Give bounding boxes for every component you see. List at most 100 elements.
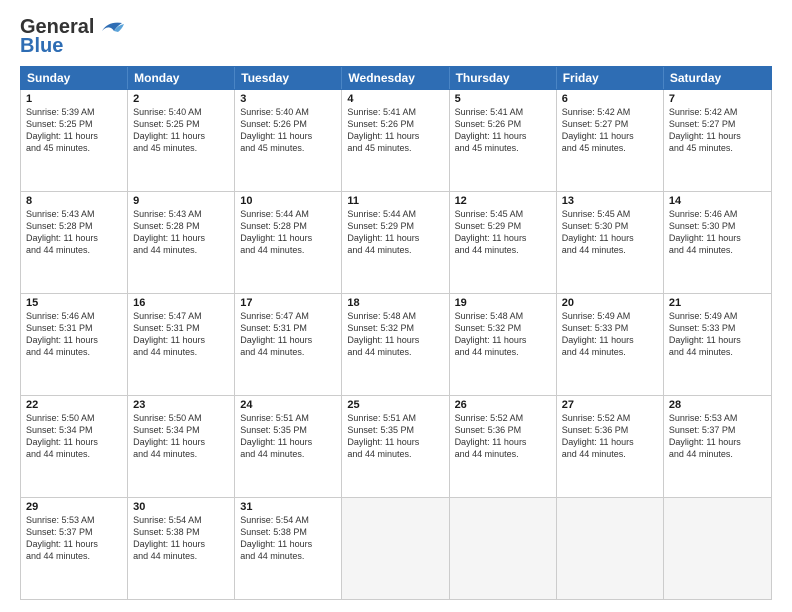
day-details: Sunrise: 5:54 AMSunset: 5:38 PMDaylight:… xyxy=(240,514,336,563)
day-details: Sunrise: 5:46 AMSunset: 5:31 PMDaylight:… xyxy=(26,310,122,359)
header-day-saturday: Saturday xyxy=(664,67,771,89)
day-cell-14: 14Sunrise: 5:46 AMSunset: 5:30 PMDayligh… xyxy=(664,192,771,293)
day-details: Sunrise: 5:40 AMSunset: 5:25 PMDaylight:… xyxy=(133,106,229,155)
day-cell-10: 10Sunrise: 5:44 AMSunset: 5:28 PMDayligh… xyxy=(235,192,342,293)
day-details: Sunrise: 5:47 AMSunset: 5:31 PMDaylight:… xyxy=(240,310,336,359)
day-number: 27 xyxy=(562,399,658,411)
header: General Blue xyxy=(20,16,772,58)
day-number: 9 xyxy=(133,195,229,207)
day-number: 6 xyxy=(562,93,658,105)
day-cell-6: 6Sunrise: 5:42 AMSunset: 5:27 PMDaylight… xyxy=(557,90,664,191)
day-number: 8 xyxy=(26,195,122,207)
day-number: 21 xyxy=(669,297,766,309)
day-cell-18: 18Sunrise: 5:48 AMSunset: 5:32 PMDayligh… xyxy=(342,294,449,395)
day-number: 3 xyxy=(240,93,336,105)
day-cell-16: 16Sunrise: 5:47 AMSunset: 5:31 PMDayligh… xyxy=(128,294,235,395)
day-details: Sunrise: 5:43 AMSunset: 5:28 PMDaylight:… xyxy=(26,208,122,257)
day-details: Sunrise: 5:52 AMSunset: 5:36 PMDaylight:… xyxy=(562,412,658,461)
day-number: 16 xyxy=(133,297,229,309)
day-details: Sunrise: 5:52 AMSunset: 5:36 PMDaylight:… xyxy=(455,412,551,461)
day-cell-23: 23Sunrise: 5:50 AMSunset: 5:34 PMDayligh… xyxy=(128,396,235,497)
day-cell-31: 31Sunrise: 5:54 AMSunset: 5:38 PMDayligh… xyxy=(235,498,342,599)
day-number: 1 xyxy=(26,93,122,105)
day-cell-15: 15Sunrise: 5:46 AMSunset: 5:31 PMDayligh… xyxy=(21,294,128,395)
calendar-header: SundayMondayTuesdayWednesdayThursdayFrid… xyxy=(20,66,772,90)
day-details: Sunrise: 5:46 AMSunset: 5:30 PMDaylight:… xyxy=(669,208,766,257)
header-day-sunday: Sunday xyxy=(21,67,128,89)
calendar-body: 1Sunrise: 5:39 AMSunset: 5:25 PMDaylight… xyxy=(20,90,772,600)
calendar-week-2: 8Sunrise: 5:43 AMSunset: 5:28 PMDaylight… xyxy=(21,192,771,294)
day-cell-12: 12Sunrise: 5:45 AMSunset: 5:29 PMDayligh… xyxy=(450,192,557,293)
day-cell-5: 5Sunrise: 5:41 AMSunset: 5:26 PMDaylight… xyxy=(450,90,557,191)
day-number: 2 xyxy=(133,93,229,105)
day-number: 24 xyxy=(240,399,336,411)
day-cell-27: 27Sunrise: 5:52 AMSunset: 5:36 PMDayligh… xyxy=(557,396,664,497)
calendar-week-5: 29Sunrise: 5:53 AMSunset: 5:37 PMDayligh… xyxy=(21,498,771,599)
day-cell-13: 13Sunrise: 5:45 AMSunset: 5:30 PMDayligh… xyxy=(557,192,664,293)
day-cell-1: 1Sunrise: 5:39 AMSunset: 5:25 PMDaylight… xyxy=(21,90,128,191)
empty-cell xyxy=(664,498,771,599)
day-details: Sunrise: 5:50 AMSunset: 5:34 PMDaylight:… xyxy=(133,412,229,461)
day-details: Sunrise: 5:41 AMSunset: 5:26 PMDaylight:… xyxy=(455,106,551,155)
logo: General Blue xyxy=(20,16,126,58)
empty-cell xyxy=(342,498,449,599)
calendar: SundayMondayTuesdayWednesdayThursdayFrid… xyxy=(20,66,772,600)
day-details: Sunrise: 5:41 AMSunset: 5:26 PMDaylight:… xyxy=(347,106,443,155)
calendar-week-4: 22Sunrise: 5:50 AMSunset: 5:34 PMDayligh… xyxy=(21,396,771,498)
day-details: Sunrise: 5:47 AMSunset: 5:31 PMDaylight:… xyxy=(133,310,229,359)
day-number: 29 xyxy=(26,501,122,513)
day-number: 14 xyxy=(669,195,766,207)
day-cell-30: 30Sunrise: 5:54 AMSunset: 5:38 PMDayligh… xyxy=(128,498,235,599)
day-details: Sunrise: 5:51 AMSunset: 5:35 PMDaylight:… xyxy=(347,412,443,461)
day-number: 28 xyxy=(669,399,766,411)
day-cell-9: 9Sunrise: 5:43 AMSunset: 5:28 PMDaylight… xyxy=(128,192,235,293)
header-day-tuesday: Tuesday xyxy=(235,67,342,89)
day-number: 12 xyxy=(455,195,551,207)
day-cell-19: 19Sunrise: 5:48 AMSunset: 5:32 PMDayligh… xyxy=(450,294,557,395)
day-cell-3: 3Sunrise: 5:40 AMSunset: 5:26 PMDaylight… xyxy=(235,90,342,191)
day-number: 17 xyxy=(240,297,336,309)
day-details: Sunrise: 5:45 AMSunset: 5:29 PMDaylight:… xyxy=(455,208,551,257)
day-number: 23 xyxy=(133,399,229,411)
day-number: 19 xyxy=(455,297,551,309)
day-details: Sunrise: 5:51 AMSunset: 5:35 PMDaylight:… xyxy=(240,412,336,461)
day-details: Sunrise: 5:44 AMSunset: 5:29 PMDaylight:… xyxy=(347,208,443,257)
day-number: 18 xyxy=(347,297,443,309)
day-details: Sunrise: 5:49 AMSunset: 5:33 PMDaylight:… xyxy=(562,310,658,359)
day-cell-26: 26Sunrise: 5:52 AMSunset: 5:36 PMDayligh… xyxy=(450,396,557,497)
day-number: 11 xyxy=(347,195,443,207)
day-number: 13 xyxy=(562,195,658,207)
day-details: Sunrise: 5:50 AMSunset: 5:34 PMDaylight:… xyxy=(26,412,122,461)
day-number: 7 xyxy=(669,93,766,105)
empty-cell xyxy=(450,498,557,599)
day-details: Sunrise: 5:39 AMSunset: 5:25 PMDaylight:… xyxy=(26,106,122,155)
day-details: Sunrise: 5:42 AMSunset: 5:27 PMDaylight:… xyxy=(562,106,658,155)
header-day-monday: Monday xyxy=(128,67,235,89)
day-number: 10 xyxy=(240,195,336,207)
day-cell-4: 4Sunrise: 5:41 AMSunset: 5:26 PMDaylight… xyxy=(342,90,449,191)
day-number: 30 xyxy=(133,501,229,513)
day-details: Sunrise: 5:40 AMSunset: 5:26 PMDaylight:… xyxy=(240,106,336,155)
day-cell-28: 28Sunrise: 5:53 AMSunset: 5:37 PMDayligh… xyxy=(664,396,771,497)
day-details: Sunrise: 5:53 AMSunset: 5:37 PMDaylight:… xyxy=(669,412,766,461)
day-number: 5 xyxy=(455,93,551,105)
header-day-wednesday: Wednesday xyxy=(342,67,449,89)
day-details: Sunrise: 5:45 AMSunset: 5:30 PMDaylight:… xyxy=(562,208,658,257)
day-details: Sunrise: 5:49 AMSunset: 5:33 PMDaylight:… xyxy=(669,310,766,359)
day-details: Sunrise: 5:42 AMSunset: 5:27 PMDaylight:… xyxy=(669,106,766,155)
day-number: 4 xyxy=(347,93,443,105)
day-cell-25: 25Sunrise: 5:51 AMSunset: 5:35 PMDayligh… xyxy=(342,396,449,497)
day-number: 31 xyxy=(240,501,336,513)
day-cell-21: 21Sunrise: 5:49 AMSunset: 5:33 PMDayligh… xyxy=(664,294,771,395)
calendar-week-3: 15Sunrise: 5:46 AMSunset: 5:31 PMDayligh… xyxy=(21,294,771,396)
empty-cell xyxy=(557,498,664,599)
day-cell-17: 17Sunrise: 5:47 AMSunset: 5:31 PMDayligh… xyxy=(235,294,342,395)
day-details: Sunrise: 5:48 AMSunset: 5:32 PMDaylight:… xyxy=(347,310,443,359)
day-cell-24: 24Sunrise: 5:51 AMSunset: 5:35 PMDayligh… xyxy=(235,396,342,497)
day-number: 15 xyxy=(26,297,122,309)
day-number: 25 xyxy=(347,399,443,411)
header-day-friday: Friday xyxy=(557,67,664,89)
day-details: Sunrise: 5:43 AMSunset: 5:28 PMDaylight:… xyxy=(133,208,229,257)
day-cell-29: 29Sunrise: 5:53 AMSunset: 5:37 PMDayligh… xyxy=(21,498,128,599)
logo-blue: Blue xyxy=(20,35,63,58)
